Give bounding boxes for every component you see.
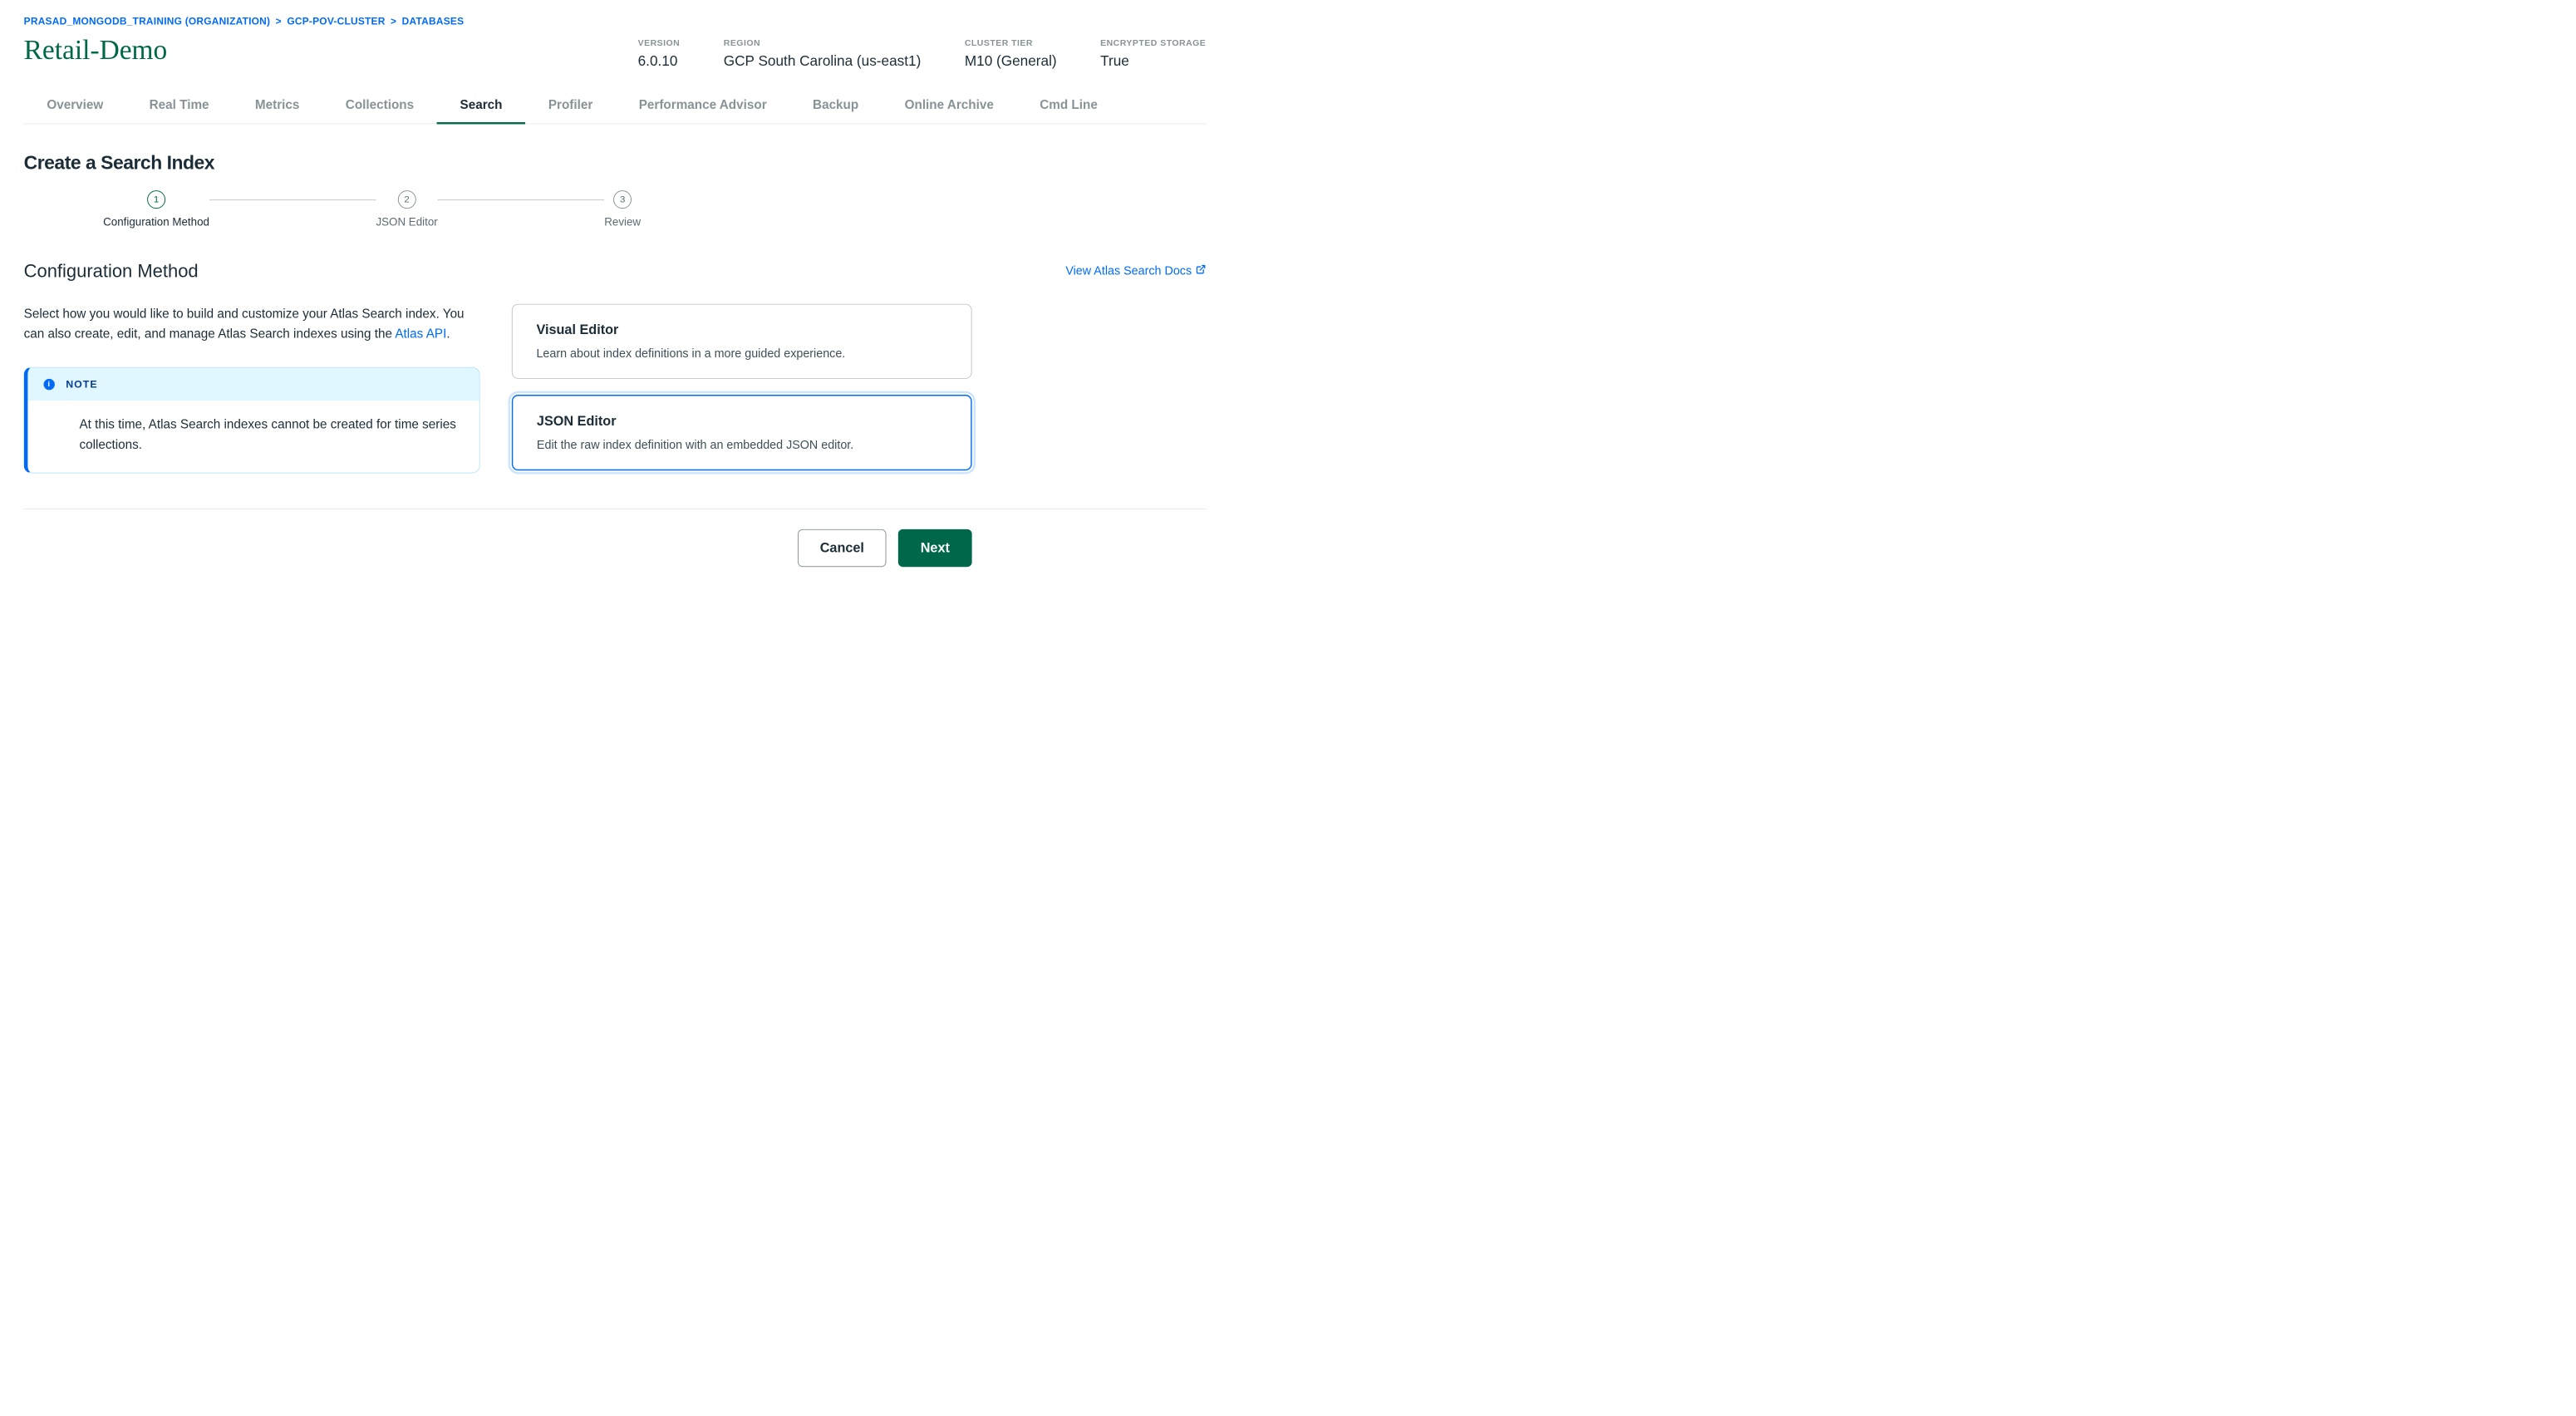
- tab-cmd-line[interactable]: Cmd Line: [1017, 88, 1121, 124]
- step-2: 2 JSON Editor: [376, 190, 437, 229]
- breadcrumb-section[interactable]: DATABASES: [402, 16, 465, 27]
- tab-bar: OverviewReal TimeMetricsCollectionsSearc…: [24, 88, 1207, 124]
- note-body: At this time, Atlas Search indexes canno…: [27, 401, 479, 472]
- tab-search[interactable]: Search: [437, 88, 525, 124]
- info-icon: i: [44, 379, 55, 390]
- config-title: Configuration Method: [24, 260, 199, 282]
- tab-collections[interactable]: Collections: [322, 88, 437, 124]
- step-label: JSON Editor: [376, 216, 437, 229]
- meta-region-label: REGION: [724, 37, 922, 47]
- note-label: NOTE: [66, 378, 97, 391]
- config-description: Select how you would like to build and c…: [24, 304, 480, 343]
- step-3: 3 Review: [604, 190, 641, 229]
- meta-version-value: 6.0.10: [638, 52, 681, 69]
- footer-actions: Cancel Next: [24, 509, 972, 587]
- step-connector: [438, 199, 605, 200]
- meta-region-value: GCP South Carolina (us-east1): [724, 52, 922, 69]
- step-connector: [209, 199, 376, 200]
- breadcrumb-project[interactable]: GCP-POV-CLUSTER: [287, 16, 385, 27]
- note-callout: i NOTE At this time, Atlas Search indexe…: [24, 367, 480, 474]
- external-link-icon: [1196, 264, 1206, 278]
- view-docs-link[interactable]: View Atlas Search Docs: [1065, 264, 1206, 278]
- meta-encrypted-label: ENCRYPTED STORAGE: [1100, 37, 1206, 47]
- option-json-editor[interactable]: JSON Editor Edit the raw index definition…: [512, 395, 972, 470]
- tab-real-time[interactable]: Real Time: [126, 88, 232, 124]
- next-button[interactable]: Next: [898, 529, 972, 567]
- tab-online-archive[interactable]: Online Archive: [882, 88, 1017, 124]
- view-docs-label: View Atlas Search Docs: [1065, 264, 1192, 278]
- meta-encrypted-value: True: [1100, 52, 1206, 69]
- step-1: 1 Configuration Method: [103, 190, 209, 229]
- step-label: Review: [604, 216, 641, 229]
- breadcrumb-org[interactable]: PRASAD_MONGODB_TRAINING (ORGANIZATION): [24, 16, 271, 27]
- cluster-title: Retail-Demo: [24, 35, 168, 66]
- tab-performance-advisor[interactable]: Performance Advisor: [616, 88, 789, 124]
- option-title: JSON Editor: [537, 413, 947, 429]
- step-circle: 3: [613, 190, 632, 209]
- option-desc: Edit the raw index definition with an em…: [537, 439, 947, 452]
- breadcrumb: PRASAD_MONGODB_TRAINING (ORGANIZATION) >…: [24, 16, 1207, 27]
- page-heading: Create a Search Index: [24, 152, 1207, 174]
- step-circle: 2: [398, 190, 416, 209]
- tab-backup[interactable]: Backup: [789, 88, 882, 124]
- cluster-meta: VERSION 6.0.10 REGION GCP South Carolina…: [638, 35, 1207, 70]
- atlas-api-link[interactable]: Atlas API: [395, 326, 446, 340]
- option-visual-editor[interactable]: Visual Editor Learn about index definitio…: [512, 304, 972, 379]
- stepper: 1 Configuration Method 2 JSON Editor 3 Review: [24, 190, 1207, 229]
- tab-profiler[interactable]: Profiler: [525, 88, 616, 124]
- option-desc: Learn about index definitions in a more …: [536, 347, 947, 361]
- tab-metrics[interactable]: Metrics: [232, 88, 322, 124]
- step-label: Configuration Method: [103, 216, 209, 229]
- tab-overview[interactable]: Overview: [24, 88, 126, 124]
- meta-version-label: VERSION: [638, 37, 681, 47]
- meta-tier-label: CLUSTER TIER: [965, 37, 1057, 47]
- option-title: Visual Editor: [536, 322, 947, 338]
- step-circle: 1: [147, 190, 165, 209]
- meta-tier-value: M10 (General): [965, 52, 1057, 69]
- cancel-button[interactable]: Cancel: [798, 529, 887, 567]
